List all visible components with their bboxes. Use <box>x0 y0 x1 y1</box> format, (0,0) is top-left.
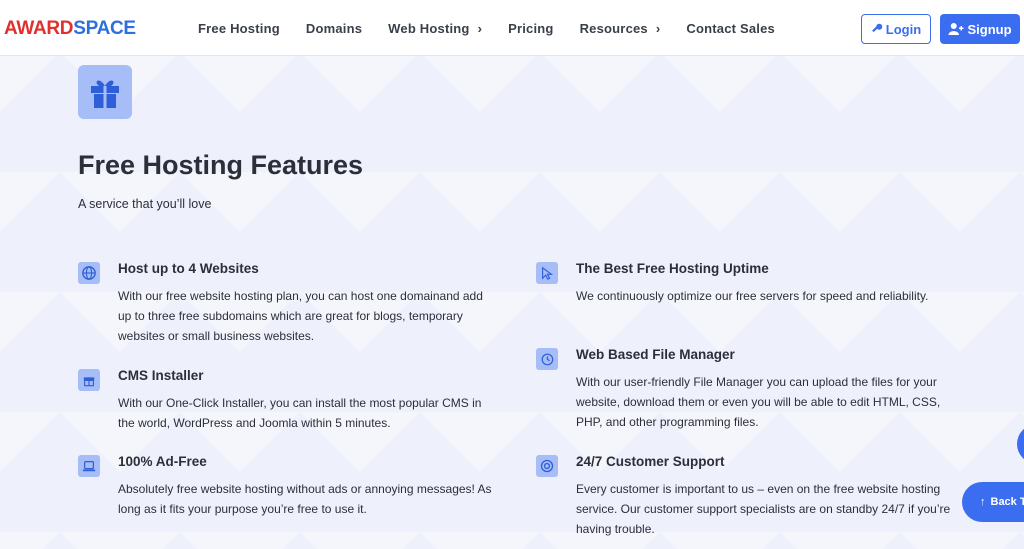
nav-link-free-hosting[interactable]: Free Hosting <box>198 21 280 36</box>
back-to-top-button[interactable]: ↑ Back T <box>962 482 1024 522</box>
feature-text: We continuously optimize our free server… <box>576 289 929 303</box>
nav-link-resources[interactable]: Resources › <box>580 21 661 36</box>
arrow-up-icon: ↑ <box>980 496 986 508</box>
login-button[interactable]: Login <box>861 14 931 44</box>
chevron-right-icon: › <box>655 21 661 36</box>
top-navbar: AWARDSPACE Free Hosting Domains Web Host… <box>0 0 1024 56</box>
feature-title: CMS Installer <box>118 368 204 383</box>
lifebuoy-icon <box>536 455 558 477</box>
globe-icon <box>78 262 100 284</box>
page-subtitle: A service that you’ll love <box>78 197 212 211</box>
page-title: Free Hosting Features <box>78 150 364 180</box>
nav-link-pricing[interactable]: Pricing <box>508 21 553 36</box>
gift-icon <box>78 369 100 391</box>
feature-title: 24/7 Customer Support <box>576 454 725 469</box>
key-icon <box>871 23 883 33</box>
nav-link-contact-sales[interactable]: Contact Sales <box>686 21 775 36</box>
feature-text: With our One-Click Installer, you can in… <box>118 396 482 430</box>
cursor-icon <box>536 262 558 284</box>
nav-link-domains[interactable]: Domains <box>306 21 362 36</box>
history-icon <box>536 348 558 370</box>
user-plus-icon <box>948 23 964 35</box>
signup-button[interactable]: Signup <box>940 14 1020 44</box>
nav-links: Free Hosting Domains Web Hosting › Pricin… <box>198 21 801 36</box>
feature-text: Every customer is important to us – even… <box>576 482 951 536</box>
gift-icon <box>78 65 132 119</box>
feature-title: 100% Ad-Free <box>118 454 207 469</box>
nav-link-web-hosting[interactable]: Web Hosting › <box>388 21 482 36</box>
laptop-icon <box>78 455 100 477</box>
feature-title: Host up to 4 Websites <box>118 261 259 276</box>
feature-text: Absolutely free website hosting without … <box>118 482 492 516</box>
feature-title: The Best Free Hosting Uptime <box>576 261 769 276</box>
feature-text: With our free website hosting plan, you … <box>118 289 483 343</box>
feature-title: Web Based File Manager <box>576 347 735 362</box>
chevron-right-icon: › <box>477 21 483 36</box>
feature-text: With our user-friendly File Manager you … <box>576 375 941 429</box>
awardspace-logo[interactable]: AWARDSPACE <box>4 18 136 40</box>
